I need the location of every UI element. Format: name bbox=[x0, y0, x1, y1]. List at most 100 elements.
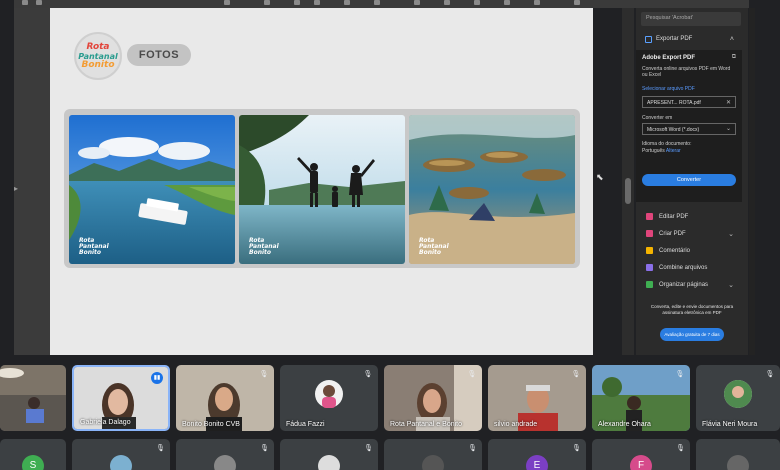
toolbar-icon[interactable] bbox=[444, 0, 450, 5]
comment-icon bbox=[646, 247, 653, 254]
logo-text: Bonito bbox=[81, 59, 115, 70]
participant-tile[interactable]: 🎙︎ Flávia Neri Moura bbox=[696, 365, 780, 431]
tool-edit-pdf[interactable]: Editar PDF bbox=[636, 208, 748, 225]
mic-muted-icon: 🎙︎ bbox=[468, 445, 477, 452]
convert-to-label: Converter em bbox=[642, 115, 673, 121]
mic-muted-icon: 🎙︎ bbox=[675, 371, 685, 378]
pdf-page: Rota Pantanal Bonito FOTOS Rota Pantanal… bbox=[50, 8, 593, 355]
video-feed bbox=[0, 365, 66, 431]
tools-list: Editar PDF Criar PDF ⌄ Comentário Combin… bbox=[636, 208, 748, 293]
expand-arrow-icon[interactable]: ▸ bbox=[14, 184, 20, 193]
chevron-down-icon: ⌄ bbox=[725, 126, 731, 132]
chevron-down-icon[interactable]: ⌄ bbox=[728, 281, 734, 289]
language-value: Português bbox=[642, 148, 665, 154]
acrobat-tools-panel: Pesquisar 'Acrobat' Exportar PDF ˄ Adobe… bbox=[636, 8, 748, 355]
tool-organize[interactable]: Organizar páginas ⌄ bbox=[636, 276, 748, 293]
toolbar-icon[interactable] bbox=[474, 0, 480, 5]
tool-create-pdf[interactable]: Criar PDF ⌄ bbox=[636, 225, 748, 242]
participant-tile[interactable]: 🎙︎ F bbox=[592, 439, 690, 470]
mic-muted-icon: 🎙︎ bbox=[259, 371, 269, 378]
export-pdf-header[interactable]: Exportar PDF ˄ bbox=[636, 32, 748, 46]
language-row: Português Alterar bbox=[642, 148, 681, 154]
tool-combine[interactable]: Combine arquivos bbox=[636, 259, 748, 276]
acrobat-toolbar bbox=[14, 0, 749, 8]
organize-icon bbox=[646, 281, 653, 288]
toolbar-icon[interactable] bbox=[414, 0, 420, 5]
left-navigation-pane: ▸ bbox=[14, 8, 50, 355]
collapse-icon[interactable]: ⧉ bbox=[732, 54, 736, 61]
avatar bbox=[110, 455, 132, 470]
search-input[interactable]: Pesquisar 'Acrobat' bbox=[641, 12, 741, 26]
toolbar-icon[interactable] bbox=[36, 0, 42, 5]
toolbar-icon[interactable] bbox=[344, 0, 350, 5]
close-icon[interactable]: ✕ bbox=[726, 99, 731, 106]
promo-text: Converta, edite e envie documentos para … bbox=[650, 304, 734, 315]
avatar bbox=[724, 380, 752, 408]
toolbar-icon[interactable] bbox=[374, 0, 380, 5]
photo-gallery: Rota Pantanal Bonito Rota Pantanal Bonit… bbox=[64, 109, 580, 268]
format-value: Microsoft Word (*.docx) bbox=[647, 127, 700, 133]
toolbar-icon[interactable] bbox=[504, 0, 510, 5]
combine-icon bbox=[646, 264, 653, 271]
toolbar-icon[interactable] bbox=[294, 0, 300, 5]
participant-tile[interactable]: ▮▮ Gabriela Dalago bbox=[72, 365, 170, 431]
change-language-link[interactable]: Alterar bbox=[666, 148, 681, 154]
avatar: F bbox=[630, 455, 652, 470]
participant-name: Fádua Fazzi bbox=[286, 421, 325, 428]
scrollbar-thumb[interactable] bbox=[625, 178, 631, 204]
participant-tile[interactable]: 🎙︎ bbox=[280, 439, 378, 470]
participant-name: Rota Pantanal e Bonito bbox=[390, 421, 462, 428]
document-scrollbar[interactable] bbox=[622, 8, 634, 355]
mic-muted-icon: 🎙︎ bbox=[363, 371, 373, 378]
export-pdf-title: Exportar PDF bbox=[656, 36, 693, 42]
participant-tile[interactable] bbox=[696, 439, 780, 470]
toolbar-icon[interactable] bbox=[224, 0, 230, 5]
photo-watermark: Rota Pantanal Bonito bbox=[419, 237, 449, 256]
panel-scrollbar[interactable] bbox=[749, 8, 755, 355]
toolbar-icon[interactable] bbox=[314, 0, 320, 5]
participant-tile[interactable] bbox=[0, 365, 66, 431]
toolbar-icon[interactable] bbox=[22, 0, 28, 5]
edit-pdf-icon bbox=[646, 213, 653, 220]
mic-muted-icon: 🎙︎ bbox=[364, 445, 373, 452]
participant-tile[interactable]: 🎙︎ Rota Pantanal e Bonito bbox=[384, 365, 482, 431]
convert-button[interactable]: Converter bbox=[642, 174, 736, 186]
participant-tile[interactable]: 🎙︎ E bbox=[488, 439, 586, 470]
free-trial-button[interactable]: Avaliação gratuita de 7 dias bbox=[660, 328, 724, 341]
tool-comment[interactable]: Comentário bbox=[636, 242, 748, 259]
mic-muted-icon: 🎙︎ bbox=[676, 445, 685, 452]
avatar bbox=[422, 455, 444, 470]
participant-tile[interactable]: 🎙︎ bbox=[176, 439, 274, 470]
participant-tile[interactable]: 🎙︎ Bonito Bonito CVB bbox=[176, 365, 274, 431]
mic-muted-icon: 🎙︎ bbox=[467, 371, 477, 378]
avatar bbox=[727, 455, 749, 470]
tool-label: Editar PDF bbox=[659, 213, 689, 220]
selected-file-field[interactable]: APRESENT... ROTA.pdf ✕ bbox=[642, 96, 736, 108]
toolbar-icon[interactable] bbox=[534, 0, 540, 5]
convert-format-select[interactable]: Microsoft Word (*.docx) ⌄ bbox=[642, 123, 736, 135]
chevron-down-icon[interactable]: ⌄ bbox=[728, 230, 734, 238]
tool-label: Organizar páginas bbox=[659, 281, 709, 288]
participant-tile[interactable]: 🎙︎ bbox=[384, 439, 482, 470]
toolbar-icon[interactable] bbox=[574, 0, 580, 5]
participant-tile[interactable]: S bbox=[0, 439, 66, 470]
participant-name: Bonito Bonito CVB bbox=[182, 421, 240, 428]
language-label: Idioma do documento: bbox=[642, 141, 692, 147]
participant-tile[interactable]: 🎙︎ Fádua Fazzi bbox=[280, 365, 378, 431]
logo-text: Rota bbox=[86, 41, 110, 52]
tool-label: Comentário bbox=[659, 247, 691, 254]
participant-tile[interactable]: 🎙︎ Alexandre Ohara bbox=[592, 365, 690, 431]
participant-tile[interactable]: 🎙︎ silvio andrade bbox=[488, 365, 586, 431]
photo-watermark: Rota Pantanal Bonito bbox=[79, 237, 109, 256]
chevron-up-icon[interactable]: ˄ bbox=[730, 36, 734, 43]
select-file-link[interactable]: Selecionar arquivo PDF bbox=[642, 86, 695, 92]
participant-name: silvio andrade bbox=[494, 421, 538, 428]
mic-muted-icon: 🎙︎ bbox=[765, 371, 775, 378]
create-pdf-icon bbox=[646, 230, 653, 237]
tool-label: Criar PDF bbox=[659, 230, 686, 237]
card-description: Converta online arquivos PDF em Word ou … bbox=[642, 66, 731, 78]
photo-fish-underwater: Rota Pantanal Bonito bbox=[409, 115, 575, 264]
toolbar-icon[interactable] bbox=[264, 0, 270, 5]
participant-tile[interactable]: 🎙︎ bbox=[72, 439, 170, 470]
section-label: FOTOS bbox=[127, 44, 191, 66]
